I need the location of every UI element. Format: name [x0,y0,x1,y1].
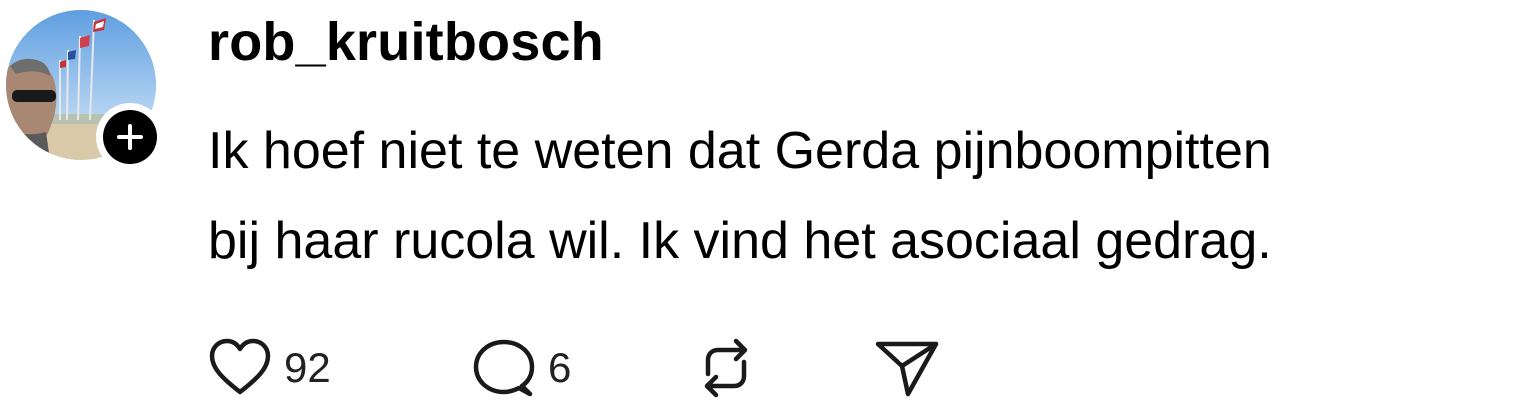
post-text: Ik hoef niet te weten dat Gerda pijnboom… [208,106,1518,286]
reply-button[interactable]: 6 [472,338,694,398]
avatar-container [6,10,164,171]
action-bar: 92 6 [208,336,940,400]
repost-button[interactable] [694,336,874,400]
send-icon [875,341,939,397]
repost-icon [704,338,748,398]
post: rob_kruitbosch Ik hoef niet te weten dat… [0,0,1528,412]
reply-count: 6 [548,344,572,391]
like-count: 92 [284,344,331,391]
post-text-line: Ik hoef niet te weten dat Gerda pijnboom… [208,122,1272,180]
post-text-line: bij haar rucola wil. Ik vind het asociaa… [208,212,1272,270]
heart-icon [209,338,271,395]
plus-icon [103,110,157,164]
share-button[interactable] [874,338,940,398]
username[interactable]: rob_kruitbosch [208,10,604,74]
follow-button[interactable] [96,103,164,171]
comment-bubble-icon [473,339,535,397]
like-button[interactable]: 92 [208,338,472,398]
